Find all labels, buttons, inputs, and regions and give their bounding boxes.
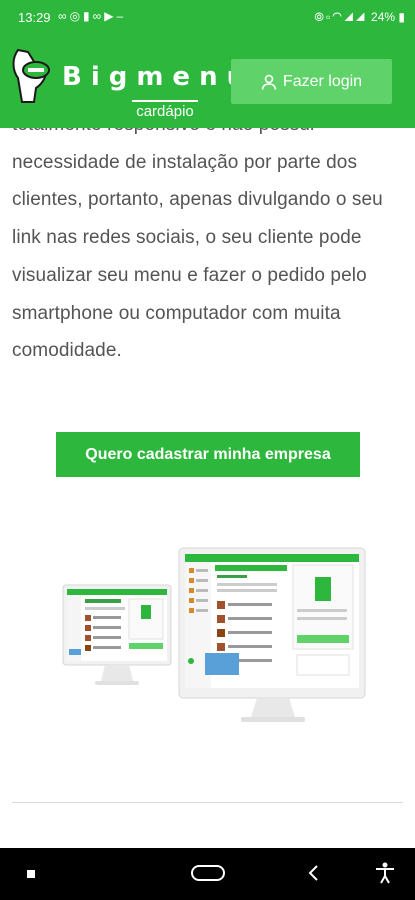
- navigation-bar: [0, 848, 415, 900]
- battery-icon: ▮: [395, 10, 405, 24]
- recent-apps-icon[interactable]: [27, 870, 35, 878]
- devices-illustration: [62, 547, 366, 722]
- dash-icon: –: [116, 9, 127, 23]
- whatsapp-icon: ◎: [69, 9, 84, 23]
- bigmenu-logo-icon: [12, 48, 50, 103]
- system-icons: ⦾▫◠◢◢: [314, 10, 367, 24]
- login-label: Fazer login: [282, 72, 363, 90]
- wifi-icon: ◠: [332, 10, 344, 24]
- signal-icon: ◢: [355, 10, 368, 24]
- sd-card-icon: ▮: [83, 9, 93, 23]
- battery-level: 24%: [371, 10, 396, 24]
- link-icon: ∞: [92, 9, 105, 23]
- signal-icon: ◢: [343, 10, 356, 24]
- small-monitor-image: [62, 584, 172, 685]
- register-company-button[interactable]: Quero cadastrar minha empresa: [56, 432, 360, 477]
- top-header: Bigmenu cardápio Fazer login: [0, 36, 415, 128]
- status-bar: 13:29 ∞◎▮∞▶– ⦾▫◠◢◢ 24% ▮: [0, 0, 415, 36]
- link-icon: ∞: [58, 9, 70, 23]
- accessibility-icon[interactable]: [374, 861, 396, 885]
- brand-name: Bigmenu: [62, 62, 255, 92]
- back-icon[interactable]: [306, 861, 322, 885]
- youtube-icon: ▶: [104, 9, 117, 23]
- description-paragraph: totalmente responsivo e não possui neces…: [12, 128, 383, 362]
- system-status: ⦾▫◠◢◢ 24% ▮: [314, 10, 405, 25]
- brand-subtitle: cardápio: [132, 100, 198, 120]
- user-icon: [261, 74, 277, 90]
- home-icon[interactable]: [191, 865, 225, 881]
- large-monitor-image: [178, 547, 366, 722]
- notification-icons: ∞◎▮∞▶–: [58, 9, 126, 23]
- login-button[interactable]: Fazer login: [231, 59, 392, 104]
- section-divider: [12, 802, 403, 803]
- vibrate-icon: ⦾: [314, 10, 326, 24]
- scroll-area[interactable]: totalmente responsivo e não possui neces…: [0, 128, 415, 848]
- status-time: 13:29: [18, 10, 51, 25]
